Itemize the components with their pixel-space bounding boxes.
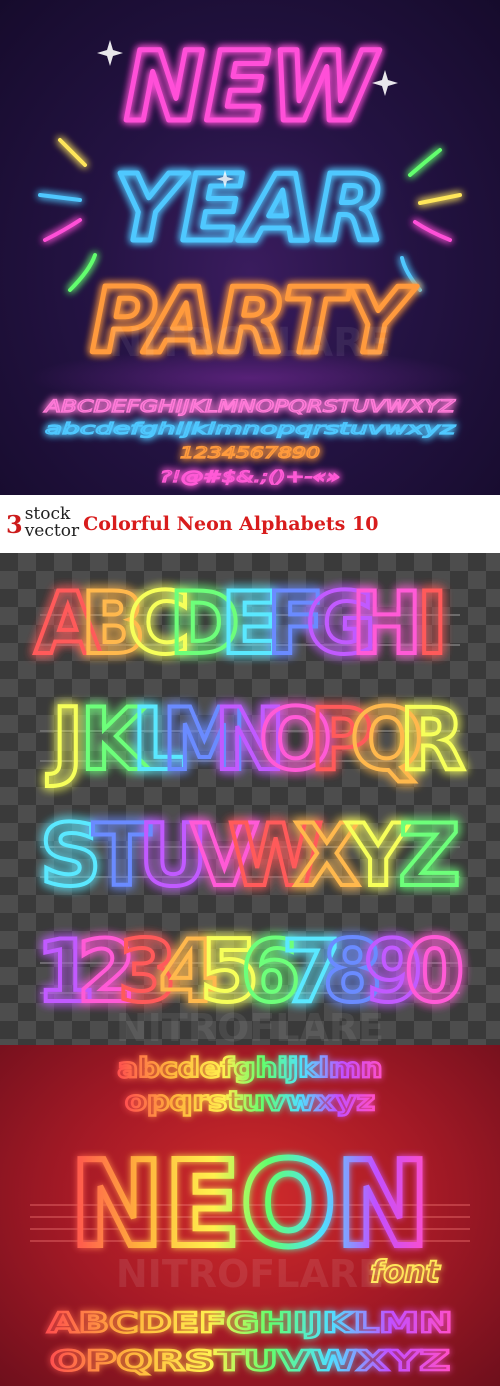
lowercase-row: abcdefghijklmnopqrstuvwxyz [45, 419, 456, 438]
new-year-party-panel: NEW YEAR PARTY NITROFLARE ABCDEFGHIJKLMN… [0, 0, 500, 495]
neon-tube-char: H [351, 574, 423, 674]
neon-tube-artwork: ABCDEFGHIJKLMNOPQRSTUVWXYZ1234567890 NIT… [32, 572, 467, 1045]
watermark-2: NITROFLARE [116, 1006, 384, 1045]
uppercase-line-1: ABCDEFGHIJKLMN [48, 1306, 453, 1339]
watermark-1: NITROFLARE [109, 320, 391, 366]
headline-word-1: NEW [124, 31, 380, 143]
lowercase-lines: abcdefghijklmn opqrstuvwxyz [116, 1052, 383, 1118]
title-banner: 3 stock vector Colorful Neon Alphabets 1… [0, 495, 500, 553]
lowercase-line-2: opqrstuvwxyz [125, 1086, 375, 1117]
headline-word-2: YEAR [114, 155, 386, 262]
neon-tube-alphabet-panel: ABCDEFGHIJKLMNOPQRSTUVWXYZ1234567890 NIT… [0, 553, 500, 1045]
neon-tube-char: J [47, 690, 84, 790]
uppercase-lines: ABCDEFGHIJKLMN OPQRSTUVWXYZ [46, 1305, 453, 1378]
lowercase-line-1: abcdefghijklmn [118, 1053, 383, 1084]
neon-letter-rows: ABCDEFGHIJKLMNOPQRSTUVWXYZ1234567890 [32, 572, 467, 1024]
banner-title: Colorful Neon Alphabets 10 [83, 513, 379, 535]
uppercase-line-2: OPQRSTUVWXYZ [50, 1344, 450, 1377]
digits-row: 1234567890 [180, 443, 320, 462]
banner-number: 3 [6, 509, 23, 539]
new-year-party-artwork: NEW YEAR PARTY NITROFLARE ABCDEFGHIJKLMN… [30, 29, 470, 487]
watermark-3: NITROFLARE [116, 1252, 384, 1296]
neon-tube-char: I [416, 574, 448, 674]
neon-tube-char: 0 [405, 922, 465, 1022]
character-rows: ABCDEFGHIJKLMNOPQRSTUVWXYZ abcdefghijklm… [43, 396, 457, 486]
uppercase-row: ABCDEFGHIJKLMNOPQRSTUVWXYZ [44, 397, 456, 417]
neon-font-panel: abcdefghijklmn opqrstuvwxyz NEON font NI… [0, 1045, 500, 1386]
stockvector-logo: stock vector [25, 506, 79, 540]
symbols-row: ?!@#$&.;()+-«» [160, 467, 340, 486]
logo-word-vector: vector [24, 521, 80, 541]
neon-tube-char: R [399, 690, 465, 790]
neon-font-artwork: abcdefghijklmn opqrstuvwxyz NEON font NI… [30, 1052, 470, 1378]
neon-tube-char: Z [398, 806, 460, 906]
